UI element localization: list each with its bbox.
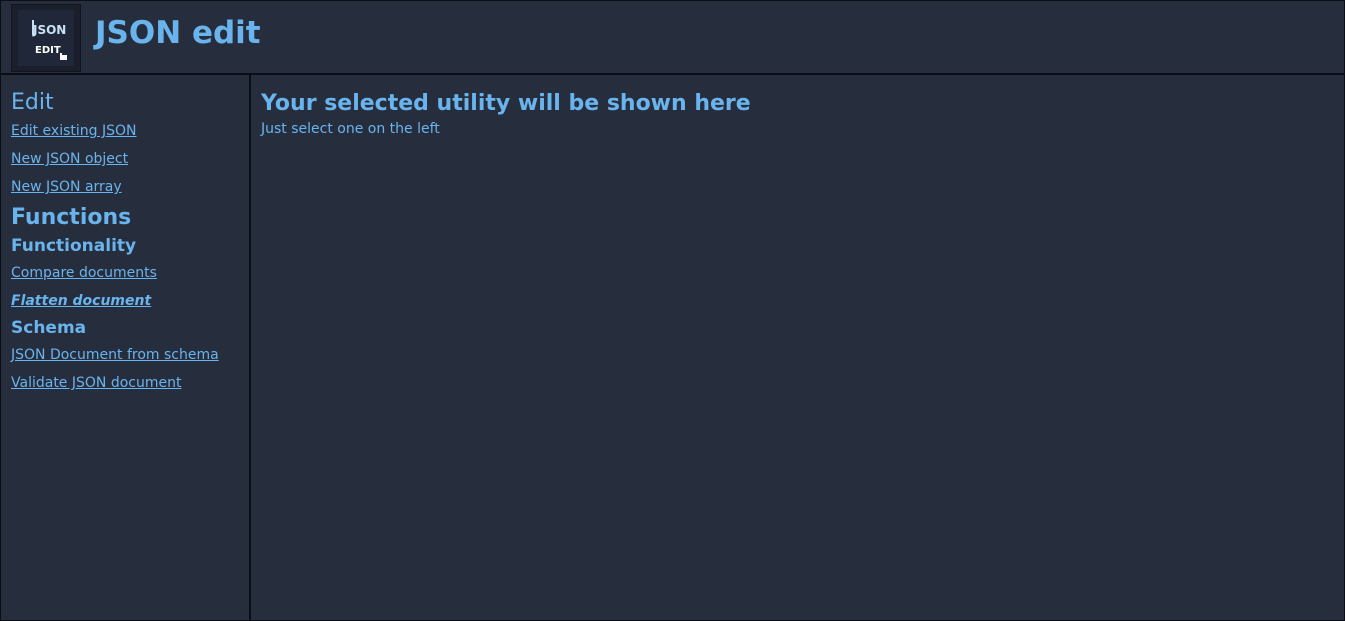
- main-subtitle: Just select one on the left: [261, 121, 440, 137]
- main-title: Your selected utility will be shown here: [261, 91, 751, 116]
- sidebar: Edit Edit existing JSON New JSON object …: [1, 75, 251, 620]
- schema-heading: Schema: [11, 318, 87, 338]
- compare-documents-link[interactable]: Compare documents: [11, 264, 239, 282]
- logo-icon: JSON EDIT: [18, 10, 74, 66]
- edit-existing-json-link[interactable]: Edit existing JSON: [11, 122, 239, 140]
- validate-json-document-link[interactable]: Validate JSON document: [11, 374, 239, 392]
- app-window: JSON EDIT JSON edit Edit Edit existing J…: [0, 0, 1345, 621]
- json-document-from-schema-link[interactable]: JSON Document from schema: [11, 346, 239, 364]
- edit-heading: Edit: [11, 90, 54, 115]
- functions-heading: Functions: [11, 205, 132, 230]
- logo-text-top: JSON: [32, 23, 66, 37]
- new-json-object-link[interactable]: New JSON object: [11, 150, 239, 168]
- main-content: Your selected utility will be shown here…: [251, 75, 1344, 620]
- header: JSON EDIT JSON edit: [1, 1, 1344, 75]
- logo-text-bottom: EDIT: [35, 45, 61, 56]
- new-json-array-link[interactable]: New JSON array: [11, 178, 239, 196]
- functionality-heading: Functionality: [11, 236, 137, 256]
- app-title: JSON edit: [95, 15, 261, 51]
- flatten-document-link[interactable]: Flatten document: [11, 292, 239, 310]
- app-logo[interactable]: JSON EDIT: [11, 4, 81, 72]
